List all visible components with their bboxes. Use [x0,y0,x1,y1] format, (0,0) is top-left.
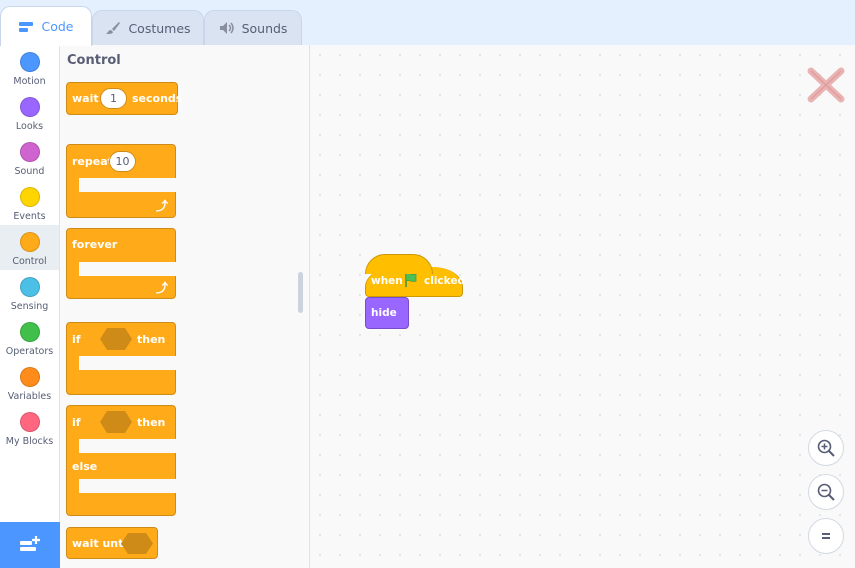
tab-sounds[interactable]: Sounds [204,10,302,45]
zoom-out-icon [817,483,835,501]
repeat-label: repeat [72,155,113,168]
condition-slot[interactable] [99,327,133,351]
loop-arrow-icon: ⤴ [156,281,169,295]
add-extension-icon [20,536,40,551]
then-label: then [137,416,166,429]
palette-scrollbar[interactable] [298,272,303,313]
wait-seconds-block[interactable]: wait 1 seconds [66,82,182,115]
delete-x-icon [807,67,845,103]
if-block-mouth [79,356,177,370]
repeat-block-mouth [79,178,177,192]
category-looks[interactable]: Looks [0,90,59,135]
wait-until-block[interactable]: wait until [66,527,158,559]
repeat-block[interactable]: repeat 10 ⤴ [66,144,177,218]
zoom-out-button[interactable] [808,474,844,510]
condition-slot[interactable] [120,532,154,555]
when-label: when [371,275,403,287]
category-label: Looks [15,121,44,132]
repeat-count-input[interactable]: 10 [109,151,136,172]
then-label: then [137,333,166,346]
add-extension-button[interactable] [0,522,60,568]
control-category-dot [19,232,40,252]
if-then-block[interactable]: if then [66,322,177,395]
hat-block-cap [365,254,433,274]
category-label: Events [13,211,46,222]
if-label: if [72,333,81,346]
events-category-dot [19,187,40,207]
category-label: My Blocks [5,436,54,447]
speaker-icon [219,22,234,34]
hide-block[interactable]: hide [365,297,409,329]
tab-costumes-label: Costumes [128,20,191,36]
zoom-in-button[interactable] [808,430,844,466]
hide-label: hide [371,307,397,319]
if-then-else-block[interactable]: if then else [66,405,177,516]
category-control[interactable]: Control [0,225,59,270]
brush-icon [106,22,121,34]
category-label: Variables [7,391,52,402]
zoom-reset-button[interactable] [808,518,844,554]
category-label: Sensing [10,301,49,312]
seconds-label: seconds [132,92,183,105]
category-sensing[interactable]: Sensing [0,270,59,315]
wait-duration-input[interactable]: 1 [100,88,127,109]
operators-category-dot [19,322,40,342]
category-my-blocks[interactable]: My Blocks [0,405,59,450]
category-motion[interactable]: Motion [0,45,59,90]
tab-code[interactable]: Code [0,6,92,46]
category-sound[interactable]: Sound [0,135,59,180]
category-label: Motion [13,76,46,87]
loop-arrow-icon: ⤴ [156,199,169,213]
zoom-in-icon [817,439,835,457]
code-icon [19,21,34,32]
if-branch-mouth [79,439,177,453]
tab-code-label: Code [41,19,74,34]
editor-tab-bar: Code Costumes Sounds [0,0,855,46]
variables-category-dot [19,367,40,387]
wait-label: wait [72,92,99,105]
block-palette: Control wait 1 seconds repeat 10 ⤴ forev… [60,45,310,568]
looks-category-dot [19,97,40,117]
else-branch-mouth [79,479,177,493]
category-label: Sound [14,166,45,177]
category-events[interactable]: Events [0,180,59,225]
category-variables[interactable]: Variables [0,360,59,405]
motion-category-dot [19,52,40,72]
clicked-label: clicked [424,275,465,287]
forever-label: forever [72,238,118,251]
sensing-category-dot [19,277,40,297]
green-flag-icon [405,273,417,287]
else-label: else [72,460,98,473]
if-label: if [72,416,81,429]
my-blocks-category-dot [19,412,40,432]
category-operators[interactable]: Operators [0,315,59,360]
forever-block-mouth [79,262,177,276]
tab-costumes[interactable]: Costumes [92,10,204,45]
condition-slot[interactable] [99,410,133,434]
sound-category-dot [19,142,40,162]
palette-section-title: Control [67,53,121,68]
category-menu: Motion Looks Sound Events Control Sensin… [0,45,60,568]
category-label: Operators [5,346,54,357]
equals-icon [822,533,830,539]
category-label: Control [12,256,47,267]
tab-sounds-label: Sounds [241,20,288,36]
forever-block[interactable]: forever ⤴ [66,228,177,299]
code-workspace[interactable]: when clicked hide [310,45,855,568]
